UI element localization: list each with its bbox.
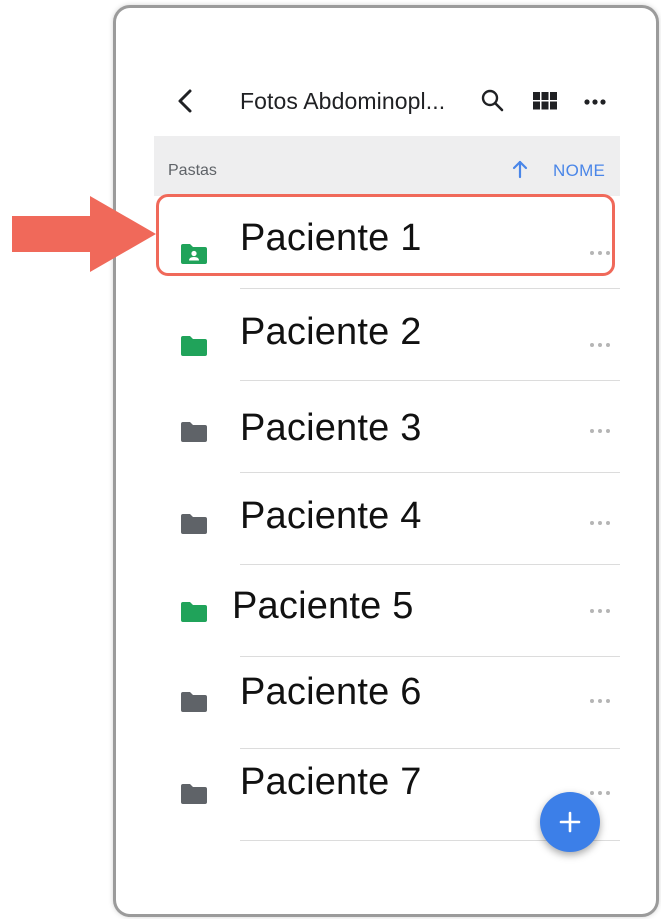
add-button[interactable] [540, 792, 600, 852]
folder-icon [181, 784, 207, 804]
arrow-right-icon [12, 196, 156, 272]
app-bar: Fotos Abdominopl... [116, 8, 656, 138]
more-horizontal-icon[interactable] [588, 607, 612, 615]
back-icon[interactable] [170, 86, 200, 116]
folder-icon [181, 336, 207, 356]
folder-name: Paciente 7 [240, 761, 422, 803]
highlight-box [156, 194, 615, 276]
more-horizontal-icon[interactable] [588, 341, 612, 349]
section-label: Pastas [168, 162, 217, 179]
folder-name: Paciente 2 [240, 311, 422, 353]
folder-icon [181, 422, 207, 442]
sort-bar: Pastas NOME [154, 136, 620, 196]
folder-icon [181, 602, 207, 622]
folder-row[interactable]: Paciente 5 [154, 565, 620, 657]
arrow-up-icon[interactable] [509, 158, 531, 180]
folder-row[interactable]: Paciente 6 [154, 657, 620, 749]
folder-row[interactable]: Paciente 4 [154, 473, 620, 565]
folder-name: Paciente 5 [232, 585, 414, 627]
phone-frame: Fotos Abdominopl... Pastas NOME Paciente… [116, 8, 656, 914]
plus-icon [559, 811, 581, 833]
page-title: Fotos Abdominopl... [240, 88, 446, 114]
search-icon[interactable] [480, 88, 506, 114]
sort-field-button[interactable]: NOME [553, 161, 605, 181]
more-horizontal-icon[interactable] [588, 697, 612, 705]
folder-row[interactable]: Paciente 2 [154, 289, 620, 381]
more-horizontal-icon[interactable] [588, 427, 612, 435]
folder-name: Paciente 4 [240, 495, 422, 537]
folder-icon [181, 514, 207, 534]
more-horizontal-icon[interactable] [582, 89, 608, 115]
folder-name: Paciente 3 [240, 407, 422, 449]
more-horizontal-icon[interactable] [588, 519, 612, 527]
grid-view-icon[interactable] [532, 89, 558, 115]
folder-icon [181, 692, 207, 712]
more-horizontal-icon[interactable] [588, 789, 612, 797]
folder-name: Paciente 6 [240, 671, 422, 713]
folder-row[interactable]: Paciente 3 [154, 381, 620, 473]
